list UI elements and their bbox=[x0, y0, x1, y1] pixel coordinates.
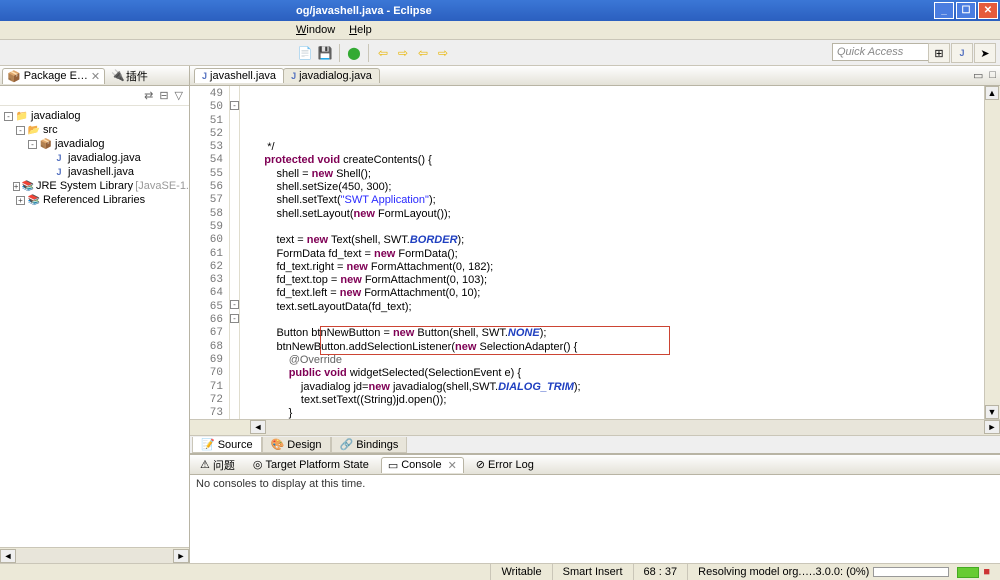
java-file-icon bbox=[52, 153, 66, 163]
code-editor[interactable]: 4950515253545556575859606162636465666768… bbox=[190, 86, 1000, 419]
menu-help[interactable]: Help bbox=[349, 24, 372, 36]
scroll-down-icon[interactable]: ▼ bbox=[985, 405, 999, 419]
open-perspective-button[interactable]: ⊞ bbox=[928, 43, 950, 63]
editor-hscrollbar[interactable]: ◄ ► bbox=[250, 420, 1000, 435]
console-pane: ⚠问题 ◎Target Platform State ▭Console✕ ⊘Er… bbox=[190, 453, 1000, 563]
status-bar: Writable Smart Insert 68 : 37 Resolving … bbox=[0, 563, 1000, 580]
nav-fwd-icon[interactable]: ⇨ bbox=[394, 44, 412, 62]
editor-tab-javashell[interactable]: javashell.java bbox=[194, 68, 284, 83]
scroll-right-icon[interactable]: ► bbox=[173, 549, 189, 563]
console-output: No consoles to display at this time. bbox=[190, 475, 1000, 563]
plugins-icon: 🔌 bbox=[111, 69, 125, 82]
target-platform-tab[interactable]: ◎Target Platform State bbox=[247, 457, 375, 472]
collapse-all-icon[interactable]: ⇄ bbox=[144, 89, 153, 102]
fold-toggle-icon[interactable]: - bbox=[230, 101, 239, 110]
console-tab[interactable]: ▭Console✕ bbox=[381, 457, 464, 473]
error-log-tab[interactable]: ⊘Error Log bbox=[470, 457, 540, 472]
save-icon[interactable]: 💾 bbox=[316, 44, 334, 62]
tree-jre-library[interactable]: + 📚 JRE System Library [JavaSE-1. bbox=[0, 179, 189, 193]
menu-window[interactable]: Window bbox=[296, 24, 335, 36]
link-editor-icon[interactable]: ⊟ bbox=[159, 89, 168, 102]
line-number-gutter: 4950515253545556575859606162636465666768… bbox=[190, 86, 230, 419]
status-cursor-pos: 68 : 37 bbox=[633, 564, 688, 580]
editor-pane: javashell.java javadialog.java ▭ □ 49505… bbox=[190, 66, 1000, 563]
bindings-tab[interactable]: 🔗Bindings bbox=[331, 437, 408, 453]
debug-icon[interactable]: ⬤ bbox=[345, 44, 363, 62]
expand-toggle-icon[interactable]: + bbox=[13, 182, 20, 191]
view-menu-icon[interactable]: ▽ bbox=[175, 89, 183, 102]
scroll-left-icon[interactable]: ◄ bbox=[0, 549, 16, 563]
main-toolbar: 📄 💾 ⬤ ⇦ ⇨ ⇦ ⇨ Quick Access ⊞ ➤ bbox=[0, 39, 1000, 66]
close-button[interactable]: ✕ bbox=[978, 2, 998, 19]
expand-toggle-icon[interactable]: - bbox=[4, 112, 13, 121]
package-explorer-pane: 📦 Package E… ✕ 🔌 插件 ⇄ ⊟ ▽ - 📁 javadialog… bbox=[0, 66, 190, 563]
status-job: Resolving model org.….3.0.0: (0%) ■ bbox=[687, 564, 1000, 580]
package-explorer-title: Package E… bbox=[24, 70, 88, 82]
scroll-left-icon[interactable]: ◄ bbox=[250, 420, 266, 434]
scroll-right-icon[interactable]: ► bbox=[984, 420, 1000, 434]
library-icon: 📚 bbox=[27, 195, 41, 206]
tree-src[interactable]: - 📂 src bbox=[0, 123, 189, 137]
code-text[interactable]: */ protected void createContents() { she… bbox=[250, 86, 984, 419]
source-tab[interactable]: 📝Source bbox=[192, 437, 262, 453]
annotation-column bbox=[240, 86, 250, 419]
java-perspective-button[interactable] bbox=[951, 43, 973, 63]
vscrollbar[interactable]: ▲ ▼ bbox=[984, 86, 1000, 419]
editor-tab-javadialog[interactable]: javadialog.java bbox=[283, 68, 380, 83]
menu-bar: Window Help bbox=[0, 21, 1000, 39]
design-tab[interactable]: 🎨Design bbox=[262, 437, 331, 453]
expand-toggle-icon[interactable]: + bbox=[16, 196, 25, 205]
fold-toggle-icon[interactable]: - bbox=[230, 314, 239, 323]
plugin-perspective-button[interactable]: ➤ bbox=[974, 43, 996, 63]
tree-file-javadialog[interactable]: javadialog.java bbox=[0, 151, 189, 165]
minimize-view-icon[interactable]: ▭ bbox=[973, 69, 983, 82]
minimize-button[interactable]: _ bbox=[934, 2, 954, 19]
library-icon: 📚 bbox=[22, 181, 34, 192]
title-bar: og/javashell.java - Eclipse _ ☐ ✕ bbox=[0, 0, 1000, 21]
window-title: og/javashell.java - Eclipse bbox=[296, 5, 432, 17]
package-explorer-toolbar: ⇄ ⊟ ▽ bbox=[0, 86, 189, 106]
fold-toggle-icon[interactable]: - bbox=[230, 300, 239, 309]
java-file-icon bbox=[202, 70, 207, 82]
expand-toggle-icon[interactable]: - bbox=[16, 126, 25, 135]
close-tab-icon[interactable]: ✕ bbox=[448, 459, 457, 472]
java-file-icon bbox=[291, 70, 296, 82]
console-tab-bar: ⚠问题 ◎Target Platform State ▭Console✕ ⊘Er… bbox=[190, 455, 1000, 475]
editor-tab-bar: javashell.java javadialog.java ▭ □ bbox=[190, 66, 1000, 86]
progress-bar bbox=[873, 567, 949, 577]
expand-toggle-icon[interactable]: - bbox=[28, 140, 37, 149]
tree-file-javashell[interactable]: javashell.java bbox=[0, 165, 189, 179]
nav-last-icon[interactable]: ⇦ bbox=[414, 44, 432, 62]
status-insert-mode: Smart Insert bbox=[552, 564, 633, 580]
tree-package[interactable]: - 📦 javadialog bbox=[0, 137, 189, 151]
status-writable: Writable bbox=[490, 564, 551, 580]
nav-back-icon[interactable]: ⇦ bbox=[374, 44, 392, 62]
project-icon: 📁 bbox=[15, 111, 29, 122]
java-package-icon: 📦 bbox=[39, 139, 53, 150]
problems-tab[interactable]: ⚠问题 bbox=[194, 456, 241, 474]
src-folder-icon: 📂 bbox=[27, 125, 41, 136]
scroll-up-icon[interactable]: ▲ bbox=[985, 86, 999, 100]
stop-job-icon[interactable]: ■ bbox=[983, 566, 990, 578]
fold-column[interactable]: - - - bbox=[230, 86, 240, 419]
tree-project[interactable]: - 📁 javadialog bbox=[0, 109, 189, 123]
hscrollbar[interactable]: ◄ ► bbox=[0, 547, 189, 563]
nav-next-icon[interactable]: ⇨ bbox=[434, 44, 452, 62]
plugins-tab[interactable]: 插件 bbox=[126, 68, 148, 84]
tree-ref-libraries[interactable]: + 📚 Referenced Libraries bbox=[0, 193, 189, 207]
package-tree[interactable]: - 📁 javadialog - 📂 src - 📦 javadialog ja… bbox=[0, 106, 189, 547]
maximize-view-icon[interactable]: □ bbox=[989, 69, 996, 82]
package-explorer-tab[interactable]: 📦 Package E… ✕ bbox=[2, 68, 105, 84]
editor-bottom-tabs: 📝Source 🎨Design 🔗Bindings bbox=[190, 435, 1000, 453]
status-indicator-icon bbox=[957, 567, 979, 578]
new-icon[interactable]: 📄 bbox=[296, 44, 314, 62]
package-icon: 📦 bbox=[7, 70, 21, 83]
maximize-button[interactable]: ☐ bbox=[956, 2, 976, 19]
close-tab-icon[interactable]: ✕ bbox=[91, 70, 100, 83]
java-file-icon bbox=[52, 167, 66, 177]
